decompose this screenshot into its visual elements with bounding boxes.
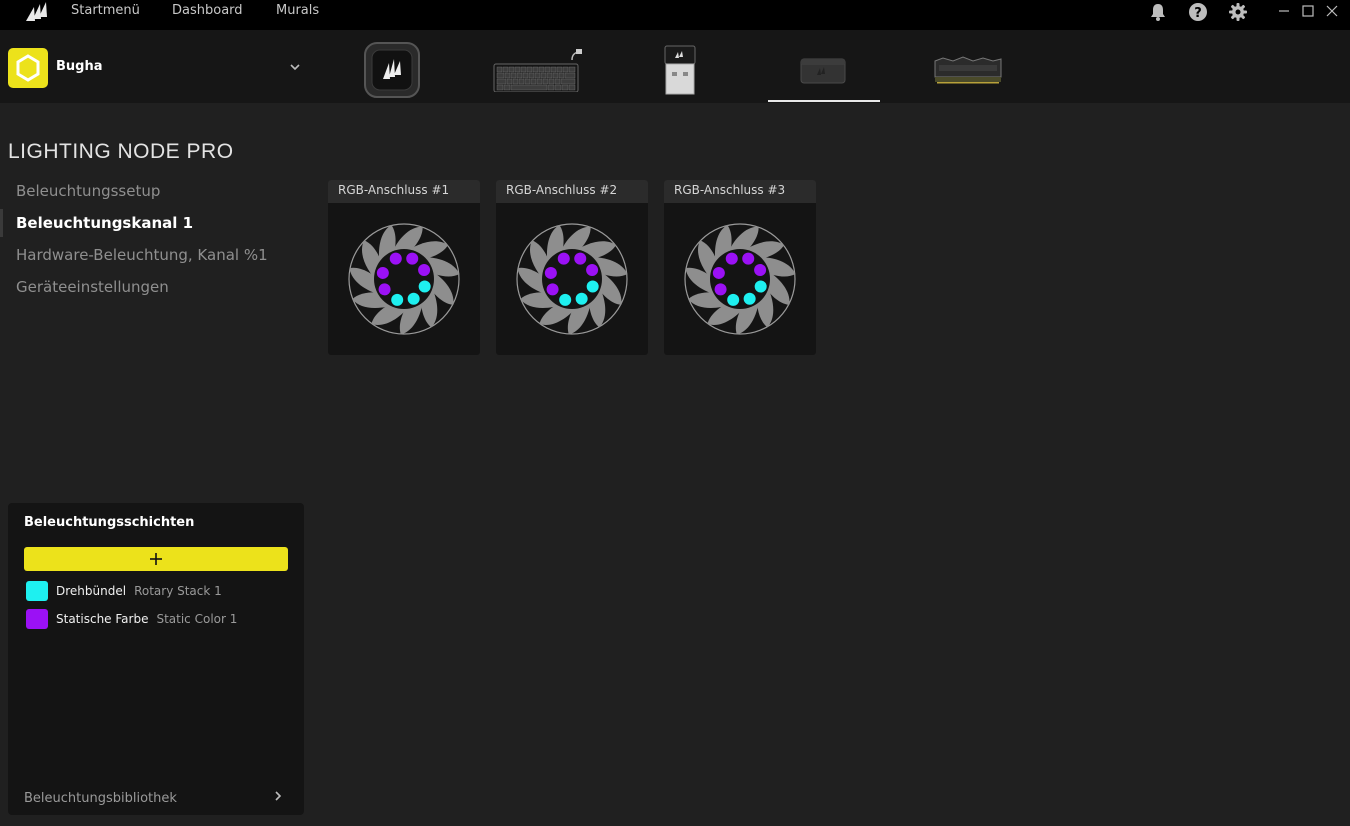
chevron-down-icon[interactable]: [288, 60, 302, 74]
nav-murals[interactable]: Murals: [276, 3, 319, 18]
fan-led: [546, 283, 559, 296]
usb-dongle-icon: [664, 45, 696, 95]
library-label: Beleuchtungsbibliothek: [24, 791, 177, 806]
chevron-right-icon: [275, 791, 282, 801]
sidenav-item-device-settings[interactable]: Geräteeinstellungen: [16, 278, 169, 296]
fan-led: [407, 292, 420, 305]
layer-subtitle: Rotary Stack 1: [134, 584, 222, 598]
fan-led: [586, 280, 599, 293]
device-lighting-node-pro[interactable]: [790, 40, 856, 100]
profile-avatar[interactable]: [8, 48, 48, 88]
fan-icon: [516, 223, 628, 335]
close-icon[interactable]: [1324, 3, 1340, 19]
fan-led: [559, 293, 572, 306]
fan-icon: [684, 223, 796, 335]
plus-icon: [150, 553, 162, 565]
fan-led: [725, 252, 738, 265]
fan-led: [754, 264, 767, 277]
maximize-icon[interactable]: [1300, 3, 1316, 19]
layer-name: Drehbündel: [56, 584, 127, 598]
layer-color-swatch: [26, 609, 48, 629]
channel-label: RGB-Anschluss #1: [328, 180, 480, 203]
fan-led: [389, 252, 402, 265]
fan-led: [743, 292, 756, 305]
layer-subtitle: Static Color 1: [156, 612, 238, 626]
bell-icon[interactable]: [1148, 2, 1168, 22]
fan-hub: [374, 249, 434, 309]
fan-icon: [348, 223, 460, 335]
title-bar: Startmenü Dashboard Murals ?: [0, 0, 1350, 30]
fan-led: [754, 280, 767, 293]
nav-dashboard[interactable]: Dashboard: [172, 3, 243, 18]
device-bar: Bugha: [0, 30, 1350, 103]
minimize-icon[interactable]: [1276, 3, 1292, 19]
fan-led: [727, 293, 740, 306]
fan-hub: [710, 249, 770, 309]
sidenav-active-indicator: [0, 209, 3, 237]
fan-led: [378, 283, 391, 296]
fan-led: [712, 266, 725, 279]
channel-card-2[interactable]: RGB-Anschluss #2: [496, 180, 648, 355]
fan-led: [391, 293, 404, 306]
layers-title: Beleuchtungsschichten: [24, 515, 195, 530]
fan-led: [574, 252, 587, 265]
page-title: LIGHTING NODE PRO: [8, 140, 234, 163]
fan-led: [376, 266, 389, 279]
gear-icon[interactable]: [1228, 2, 1248, 22]
fan-led: [714, 283, 727, 296]
channel-card-3[interactable]: RGB-Anschluss #3: [664, 180, 816, 355]
channel-label: RGB-Anschluss #3: [664, 180, 816, 203]
device-keyboard[interactable]: [490, 40, 586, 100]
fan-led: [586, 264, 599, 277]
lighting-layers-panel: Beleuchtungsschichten Drehbündel Rotary …: [8, 503, 304, 815]
help-icon[interactable]: ?: [1188, 2, 1208, 22]
fan-led: [406, 252, 419, 265]
layer-item-static-color[interactable]: Statische Farbe Static Color 1: [24, 607, 288, 631]
fan-led: [418, 280, 431, 293]
keyboard-icon: [493, 49, 582, 92]
channel-card-1[interactable]: RGB-Anschluss #1: [328, 180, 480, 355]
fan-hub: [542, 249, 602, 309]
fan-led: [544, 266, 557, 279]
sidenav-item-lighting-setup[interactable]: Beleuchtungssetup: [16, 182, 160, 200]
layer-name: Statische Farbe: [56, 612, 149, 626]
channel-label: RGB-Anschluss #2: [496, 180, 648, 203]
layer-item-rotary-stack[interactable]: Drehbündel Rotary Stack 1: [24, 579, 288, 603]
fan-led: [742, 252, 755, 265]
sidenav-item-hardware-lighting[interactable]: Hardware-Beleuchtung, Kanal %1: [16, 246, 268, 264]
device-usb-dongle[interactable]: [656, 40, 704, 100]
svg-text:?: ?: [1194, 6, 1202, 21]
profile-name[interactable]: Bugha: [56, 59, 103, 74]
sidenav-item-lighting-channel-1[interactable]: Beleuchtungskanal 1: [16, 214, 193, 232]
fan-led: [418, 264, 431, 277]
selected-device-indicator: [768, 100, 880, 102]
fan-led: [557, 252, 570, 265]
hexagon-icon: [16, 54, 40, 82]
nav-startmenu[interactable]: Startmenü: [71, 3, 140, 18]
device-ram-module[interactable]: [930, 40, 1006, 100]
lighting-node-pro-icon: [800, 58, 846, 84]
layer-color-swatch: [26, 581, 48, 601]
device-cooler-pump[interactable]: [360, 40, 424, 100]
add-layer-button[interactable]: [24, 547, 288, 571]
cooler-pump-icon: [364, 42, 420, 98]
corsair-logo: [26, 2, 47, 21]
ram-module-icon: [934, 56, 1002, 84]
fan-led: [575, 292, 588, 305]
lighting-library-link[interactable]: Beleuchtungsbibliothek: [24, 787, 288, 806]
